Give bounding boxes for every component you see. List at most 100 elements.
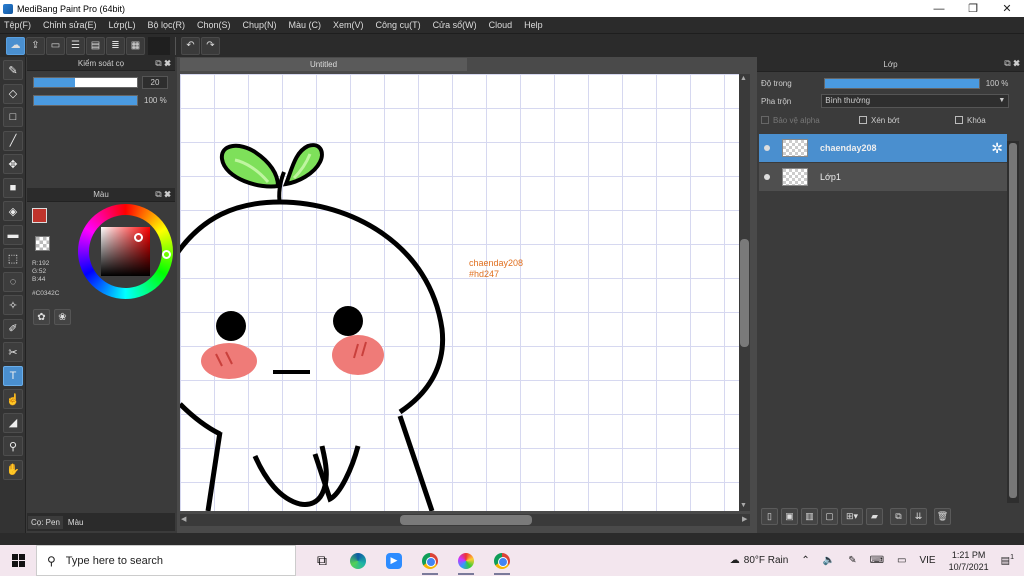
brush-size-value[interactable]: 20 [142,75,168,89]
grid-icon[interactable]: ▦ [126,36,145,55]
protect-alpha-checkbox[interactable] [761,116,769,124]
saturation-square[interactable] [101,227,150,276]
text-tool-icon[interactable]: T [3,365,23,386]
gear-icon[interactable]: ✲ [991,140,1003,157]
select-tool-icon[interactable]: ⬚ [3,248,23,268]
folder-icon[interactable]: ▰ [866,508,883,525]
menu-edit[interactable]: Chỉnh sửa(E) [43,20,97,30]
visibility-eye-icon[interactable] [764,145,770,151]
pen-icon[interactable]: ✎ [848,555,856,566]
layer-opacity-slider[interactable] [823,77,980,89]
vscroll-thumb[interactable] [740,239,749,347]
eraser-tool-icon[interactable]: ◇ [3,83,23,104]
panel-pin-close-icons[interactable]: ⧉ ✖ [155,58,171,69]
clock[interactable]: 1:21 PM 10/7/2021 [949,549,989,573]
trash-icon[interactable]: 🗑 [934,508,951,525]
tab-color[interactable]: Màu [65,516,87,529]
document-icon[interactable]: ▤ [86,36,105,55]
visibility-eye-icon[interactable] [764,174,770,180]
foreground-color[interactable] [32,208,47,223]
menu-window[interactable]: Cửa sổ(W) [433,20,477,30]
bucket-tool-icon[interactable]: ◈ [3,201,23,221]
blend-mode-select[interactable]: Bình thường ▼ [821,94,1010,108]
chrome-icon[interactable] [412,545,448,576]
clipping-checkbox[interactable] [859,116,867,124]
new-1bit-layer-icon[interactable]: ▢ [821,508,838,525]
brush-size-slider[interactable] [33,76,138,88]
language-indicator[interactable]: VIE [919,555,935,566]
volume-icon[interactable]: 🔈 [823,555,835,566]
operation-tool-icon[interactable]: ☝ [3,389,23,409]
magic-wand-tool-icon[interactable]: ✧ [3,295,23,315]
scroll-left-icon[interactable]: ◀ [181,515,186,523]
menu-file[interactable]: Tệp(F) [4,20,31,30]
menu-color[interactable]: Màu (C) [289,20,322,30]
comment-icon[interactable]: ☰ [66,36,85,55]
select-pen-tool-icon[interactable]: ✐ [3,318,23,339]
sv-picker-ring[interactable] [134,233,143,242]
redo-icon[interactable]: ↷ [201,36,220,55]
layer-item-lop1[interactable]: Lớp1 [759,163,1007,191]
undo-icon[interactable]: ↶ [181,36,200,55]
canvas-vertical-scrollbar[interactable]: ▲ ▼ [739,74,750,511]
menu-layer[interactable]: Lớp(L) [109,20,136,30]
brush-tool-icon[interactable]: ✎ [3,60,23,80]
tab-brush[interactable]: Cọ: Pen [28,515,63,529]
panel-pin-close-icons[interactable]: ⧉ ✖ [1004,58,1020,69]
list-icon[interactable]: ≣ [106,36,125,55]
hue-picker-ring[interactable] [162,250,171,259]
upload-icon[interactable]: ⇪ [26,36,45,55]
panel-pin-close-icons[interactable]: ⧉ ✖ [155,189,171,200]
drawing-canvas[interactable]: chaenday208 #hd247 [180,74,739,511]
scroll-up-icon[interactable]: ▲ [740,75,747,82]
cloud-icon[interactable]: ☁ [6,36,25,55]
edge-browser-icon[interactable] [340,545,376,576]
hscroll-thumb[interactable] [400,515,532,525]
duplicate-layer-icon[interactable]: ⧉ [890,508,907,525]
scroll-down-icon[interactable]: ▼ [740,502,747,509]
weather-text[interactable]: 80°F Rain [744,555,789,566]
chevron-up-icon[interactable]: ⌃ [801,555,809,566]
menu-select[interactable]: Chọn(S) [197,20,231,30]
select-eraser-tool-icon[interactable]: ✂ [3,342,23,362]
new-halftone-layer-icon[interactable]: ▣ [781,508,798,525]
add-layer-dropdown-icon[interactable]: ⊞▾ [841,508,863,525]
brush-opacity-slider[interactable] [33,94,138,106]
new-layer-icon[interactable]: ▯ [761,508,778,525]
keyboard-icon[interactable]: ⌨ [870,555,884,566]
maximize-button[interactable]: ❐ [956,2,990,15]
divide-tool-icon[interactable]: ◢ [3,412,23,433]
canvas-horizontal-scrollbar[interactable]: ◀ ▶ [180,514,750,526]
layer-item-chaenday208[interactable]: chaenday208 ✲ [759,134,1007,162]
fill-rect-tool-icon[interactable]: ■ [3,177,23,198]
medibang-paint-icon[interactable] [448,545,484,576]
document-tab[interactable]: Untitled [180,58,467,71]
color-wheel[interactable] [78,204,173,299]
eyedropper-tool-icon[interactable]: ⚲ [3,436,23,456]
fg-bg-color-swatch[interactable] [32,208,54,230]
shape-tool-icon[interactable]: □ [3,107,23,127]
palette-icon[interactable]: ✿ [33,309,50,325]
taskbar-search-box[interactable]: ⚲ Type here to search [36,545,296,576]
menu-filter[interactable]: Bộ lọc(R) [147,20,185,30]
menu-help[interactable]: Help [524,20,543,30]
menu-view[interactable]: Xem(V) [333,20,364,30]
close-button[interactable]: ✕ [990,2,1024,15]
chat-icon[interactable]: ▭ [46,36,65,55]
weather-icon[interactable]: ☁ [730,555,740,566]
line-tool-icon[interactable]: ╱ [3,130,23,151]
new-8bit-layer-icon[interactable]: ▥ [801,508,818,525]
lasso-tool-icon[interactable]: ◌ [3,271,23,292]
menu-snap[interactable]: Chụp(N) [243,20,277,30]
transparent-color-swatch[interactable] [35,236,50,251]
hand-tool-icon[interactable]: ✋ [3,459,23,480]
zoom-app-icon[interactable]: ▶ [376,545,412,576]
move-tool-icon[interactable]: ✥ [3,154,23,174]
layer-scroll-thumb[interactable] [1009,143,1017,498]
notification-icon[interactable]: ▤1 [1001,554,1014,566]
merge-layer-icon[interactable]: ⇊ [910,508,927,525]
windows-start-icon[interactable] [0,545,36,576]
display-icon[interactable]: ▭ [897,555,906,566]
lock-checkbox[interactable] [955,116,963,124]
gradient-tool-icon[interactable]: ▬ [3,224,23,245]
